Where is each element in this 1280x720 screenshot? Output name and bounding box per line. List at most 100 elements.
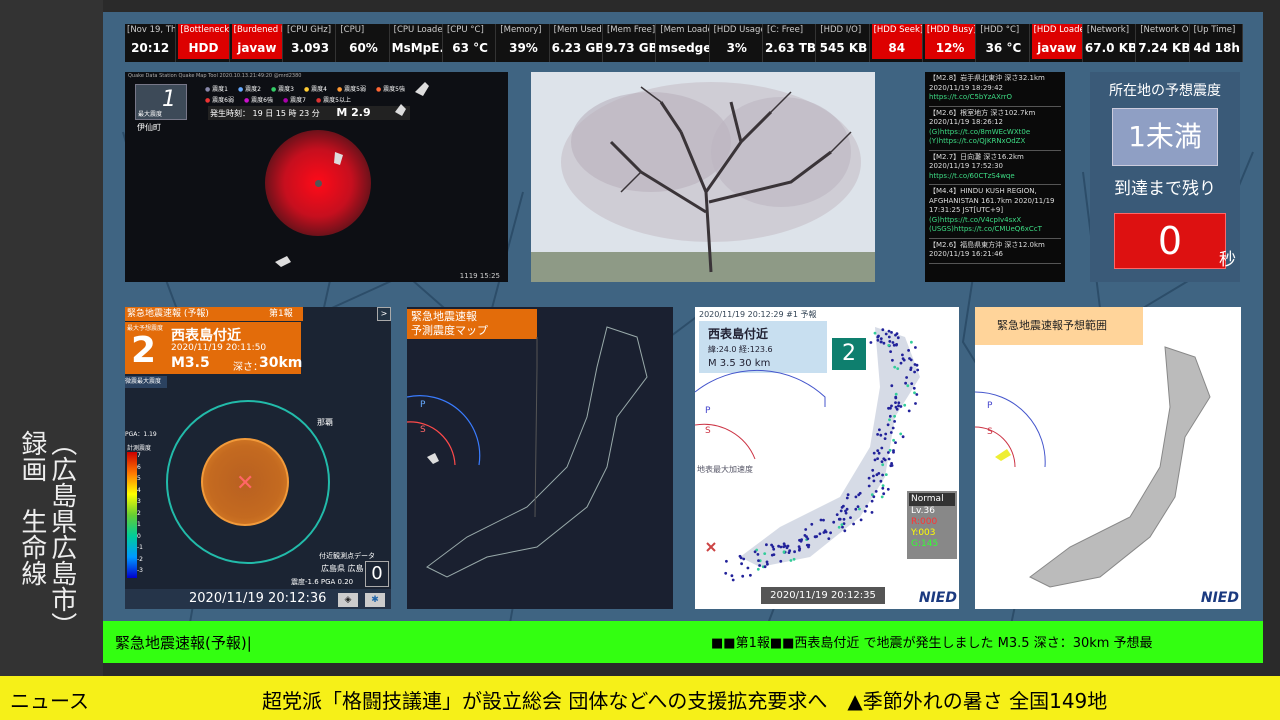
station-dot bbox=[822, 531, 826, 534]
station-dot bbox=[905, 376, 908, 379]
range-s-label: S bbox=[987, 427, 993, 437]
eew-banner-left: 緊急地震速報(予報)| bbox=[115, 634, 252, 652]
station-dot bbox=[740, 562, 743, 566]
station-dots-map bbox=[695, 327, 920, 582]
station-dot bbox=[888, 448, 892, 452]
monitor-cell-label: [HDD Usage] bbox=[713, 25, 762, 35]
feed-item-time: 2020/11/19 18:29:42 bbox=[929, 83, 1004, 92]
eew-report-number: 第1報 bbox=[269, 307, 299, 321]
station-dot bbox=[842, 504, 845, 508]
station-dot bbox=[895, 343, 898, 347]
station-dot bbox=[804, 528, 808, 531]
monitor-cell-label: [CPU °C] bbox=[446, 25, 484, 35]
station-dot bbox=[903, 403, 907, 407]
station-dot bbox=[899, 405, 903, 408]
station-dot bbox=[829, 531, 832, 535]
station-dot bbox=[792, 557, 796, 561]
station-dot bbox=[880, 460, 884, 463]
settings-button[interactable]: ✱ bbox=[365, 593, 385, 607]
eew-range-map: 緊急地震速報予想範囲 P S NIED bbox=[975, 307, 1241, 609]
station-dot bbox=[877, 472, 881, 475]
monitor-cell-value: 7.24 KB bbox=[1138, 41, 1189, 55]
station-dot bbox=[742, 557, 746, 561]
monitor-cell: [Mem Free] 9.73 GB bbox=[605, 24, 657, 62]
station-dot bbox=[882, 492, 886, 496]
station-dot bbox=[886, 487, 890, 491]
station-dot bbox=[798, 538, 801, 542]
pga-label: PGA：1.19 bbox=[125, 431, 157, 438]
monitor-cell: [Up Time] 4d 18h bbox=[1192, 24, 1243, 62]
station-dot bbox=[858, 507, 861, 511]
monitor-cell: [CPU GHz] 3.093 bbox=[285, 24, 337, 62]
feed-item-title: 【M2.6】根室地方 深さ102.7km bbox=[929, 108, 1036, 117]
monitor-cell-label: [Mem Free] bbox=[606, 25, 656, 35]
station-dot bbox=[757, 559, 760, 562]
station-dot bbox=[915, 363, 919, 367]
epicenter-x-icon: ✕ bbox=[236, 471, 255, 496]
station-dot bbox=[892, 450, 895, 454]
station-dot bbox=[890, 331, 893, 334]
center-map-button[interactable]: ◈ bbox=[338, 593, 358, 607]
intensity-scale-ticks: 7 6 5 4 3 2 1 0 -1 -2 -3 bbox=[137, 450, 143, 577]
feed-item-title: 【M2.8】岩手県北東沖 深さ32.1km bbox=[929, 74, 1045, 82]
station-dot bbox=[803, 534, 807, 537]
monitor-cell-value: 20:12 bbox=[131, 41, 170, 55]
range-japan-map bbox=[975, 346, 1211, 588]
station-dot bbox=[901, 435, 905, 439]
station-dot bbox=[893, 365, 897, 369]
accel-r: R:000 bbox=[911, 517, 938, 527]
monitor-cell: [HDD °C] 36 °C bbox=[978, 24, 1030, 62]
feed-item-link[interactable]: (G)https://t.co/8mWEcWXt0e bbox=[929, 128, 1061, 138]
feed-item-link[interactable]: https://t.co/C5bYzAXrrO bbox=[929, 93, 1061, 103]
station-dot bbox=[879, 479, 883, 483]
station-values: 震度-1.6 PGA 0.20 bbox=[291, 578, 354, 586]
station-dot bbox=[756, 553, 760, 556]
station-dot bbox=[907, 349, 910, 352]
remaining-seconds: 0 bbox=[1114, 213, 1226, 269]
feed-item-link[interactable]: (Y)https://t.co/QJKRNxOdZX bbox=[929, 137, 1061, 147]
station-dot bbox=[827, 537, 831, 540]
station-dot bbox=[916, 368, 920, 372]
monitor-cell-value: 63 °C bbox=[452, 41, 488, 55]
station-dot bbox=[838, 517, 842, 521]
station-dot bbox=[766, 562, 769, 566]
eew-banner-ticker: ■■第1報■■西表島付近 で地震が発生しました M3.5 深さ：30km 予想最 bbox=[711, 636, 1153, 651]
station-name: 広島県 広島 bbox=[321, 564, 364, 573]
monitor-cell-label: [HDD I/O] bbox=[820, 25, 862, 35]
scale-tick-label: 2 bbox=[137, 509, 141, 517]
cherry-tree-photo bbox=[531, 72, 875, 282]
expand-button[interactable]: > bbox=[377, 307, 391, 321]
accel-level: Lv.36 bbox=[911, 506, 935, 516]
station-dot bbox=[887, 451, 890, 454]
station-dot bbox=[894, 396, 898, 400]
feed-item-link[interactable]: (USGS)https://t.co/CMUeQ6xCcT bbox=[929, 225, 1061, 235]
accel-status: Normal bbox=[909, 493, 955, 506]
nearby-title: 付近観測点データ bbox=[319, 552, 375, 560]
station-dot bbox=[892, 438, 895, 442]
system-monitor-bar: [Nov 19, Thu] 20:12[Bottleneck] HDD[Burd… bbox=[125, 24, 1243, 62]
city-label: 那覇 bbox=[317, 418, 333, 427]
feed-item-link[interactable]: https://t.co/60CTzS4wqe bbox=[929, 172, 1061, 182]
station-dot bbox=[789, 559, 793, 562]
feed-item-link[interactable]: (G)https://t.co/V4cpIv4sxX bbox=[929, 216, 1061, 226]
monitor-cell: [Bottleneck] HDD bbox=[178, 24, 230, 62]
station-dot bbox=[835, 513, 839, 516]
station-dot bbox=[881, 486, 885, 490]
station-dot bbox=[894, 333, 897, 337]
monitor-cell-value: 84 bbox=[871, 37, 922, 59]
monitor-cell-value: 3% bbox=[726, 41, 747, 55]
station-dot bbox=[741, 574, 745, 578]
accel-timestamp: 2020/11/19 20:12:35 bbox=[761, 587, 885, 604]
station-dot bbox=[867, 484, 871, 488]
monitor-cell-value: HDD bbox=[178, 37, 229, 59]
location-caption: （広島県広島市） 録画 生命線 bbox=[16, 430, 77, 638]
station-dot bbox=[884, 473, 888, 476]
station-dot bbox=[913, 391, 916, 395]
eew-region: 西表島付近 bbox=[171, 328, 241, 344]
feed-item-time: 2020/11/19 18:26:12 bbox=[929, 118, 1004, 126]
station-dot bbox=[725, 559, 728, 563]
remaining-label: 到達まで残り bbox=[1114, 179, 1216, 199]
news-ticker-text: 超党派「格闘技議連」が設立総会 団体などへの支援拡充要求へ ▲季節外れの暑さ 全… bbox=[262, 689, 1108, 713]
station-dot bbox=[872, 451, 876, 455]
station-dot bbox=[879, 433, 883, 437]
